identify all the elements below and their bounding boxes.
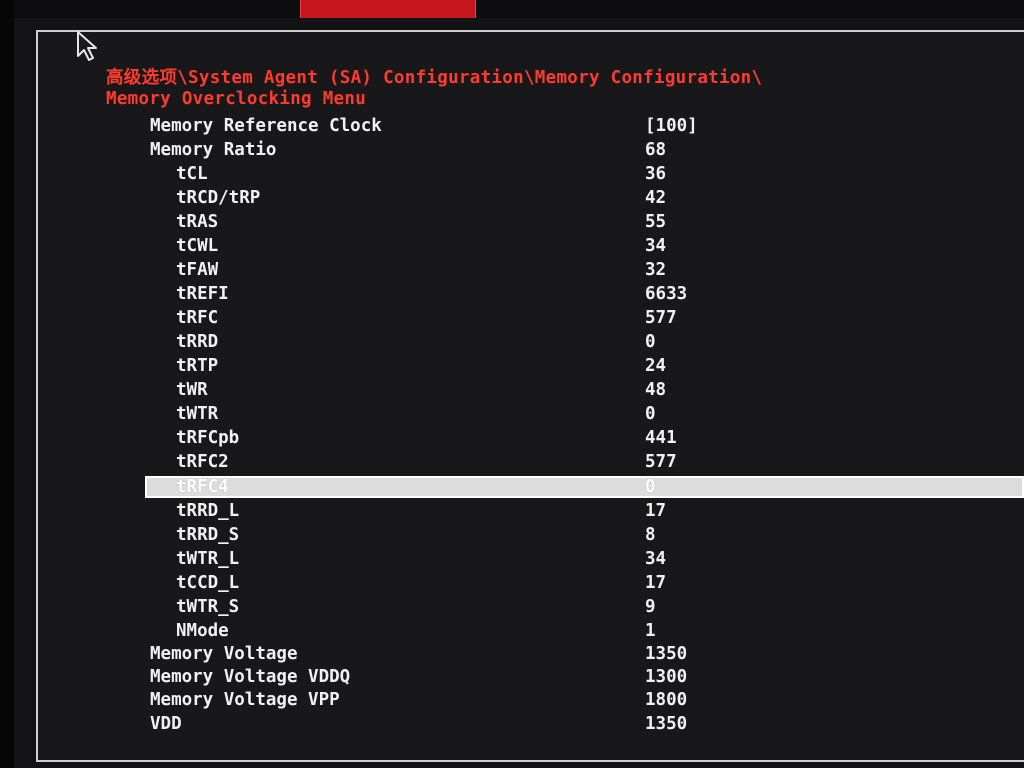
- setting-row-trfcpb[interactable]: tRFCpb 441: [147, 427, 1024, 449]
- setting-value[interactable]: 1800: [645, 689, 687, 711]
- setting-label: tCL: [176, 164, 208, 184]
- bios-menu-bar: [14, 0, 1024, 18]
- setting-value[interactable]: 1300: [645, 666, 687, 688]
- setting-value[interactable]: 34: [645, 548, 666, 570]
- setting-row-trfc[interactable]: tRFC 577: [147, 307, 1024, 329]
- setting-row-tras[interactable]: tRAS 55: [147, 211, 1024, 233]
- setting-row-memory-voltage-vddq[interactable]: Memory Voltage VDDQ 1300: [147, 666, 1024, 688]
- setting-label: tRRD_S: [176, 525, 240, 545]
- menu-tab-boot[interactable]: [554, 0, 654, 18]
- setting-value[interactable]: 1: [645, 620, 656, 642]
- setting-label: Memory Voltage: [150, 644, 298, 664]
- setting-label: tWTR: [176, 404, 219, 424]
- setting-value[interactable]: 0: [645, 331, 656, 353]
- setting-value[interactable]: 48: [645, 379, 666, 401]
- setting-label: tREFI: [176, 284, 229, 304]
- setting-row-tcwl[interactable]: tCWL 34: [147, 235, 1024, 257]
- setting-value[interactable]: 0: [645, 476, 656, 498]
- setting-row-twtr[interactable]: tWTR 0: [147, 403, 1024, 425]
- setting-label: tWTR_S: [176, 597, 240, 617]
- setting-value[interactable]: 55: [645, 211, 666, 233]
- setting-label: tWTR_L: [176, 549, 240, 569]
- setting-label: Memory Voltage VDDQ: [150, 667, 351, 687]
- setting-label: tRRD: [176, 332, 219, 352]
- setting-label: VDD: [150, 714, 182, 734]
- bios-screen: 高级选项\System Agent (SA) Configuration\Mem…: [0, 0, 1024, 768]
- setting-row-trfc2[interactable]: tRFC2 577: [147, 451, 1024, 473]
- setting-value[interactable]: 34: [645, 235, 666, 257]
- setting-value[interactable]: 42: [645, 187, 666, 209]
- menu-tab-security[interactable]: [754, 0, 864, 18]
- setting-label: tRFC: [176, 308, 219, 328]
- setting-value[interactable]: 577: [645, 451, 677, 473]
- monitor-bezel: [0, 0, 14, 768]
- setting-value[interactable]: [100]: [645, 115, 698, 137]
- setting-label: tRFCpb: [176, 428, 240, 448]
- setting-row-memory-ratio[interactable]: Memory Ratio 68: [147, 139, 1024, 161]
- setting-value[interactable]: 36: [645, 163, 666, 185]
- setting-value[interactable]: 32: [645, 259, 666, 281]
- menu-tab-save-exit[interactable]: [944, 0, 1024, 18]
- setting-row-tfaw[interactable]: tFAW 32: [147, 259, 1024, 281]
- setting-value[interactable]: 0: [645, 403, 656, 425]
- setting-row-nmode[interactable]: NMode 1: [147, 620, 1024, 642]
- setting-row-memory-reference-clock[interactable]: Memory Reference Clock [100]: [147, 115, 1024, 137]
- setting-value[interactable]: 24: [645, 355, 666, 377]
- breadcrumb-path: 高级选项\System Agent (SA) Configuration\Mem…: [106, 68, 763, 88]
- setting-value[interactable]: 1350: [645, 713, 687, 735]
- setting-row-tccd-l[interactable]: tCCD_L 17: [147, 572, 1024, 594]
- setting-value[interactable]: 8: [645, 524, 656, 546]
- setting-row-vdd[interactable]: VDD 1350: [147, 713, 1024, 735]
- page-title: Memory Overclocking Menu: [106, 89, 367, 109]
- setting-value[interactable]: 6633: [645, 283, 687, 305]
- setting-row-trtp[interactable]: tRTP 24: [147, 355, 1024, 377]
- setting-label: tFAW: [176, 260, 219, 280]
- setting-row-trrd[interactable]: tRRD 0: [147, 331, 1024, 353]
- setting-row-trcd-trp[interactable]: tRCD/tRP 42: [147, 187, 1024, 209]
- mouse-pointer-icon: [77, 31, 97, 61]
- setting-label: Memory Voltage VPP: [150, 690, 340, 710]
- setting-label: NMode: [176, 621, 229, 641]
- setting-value[interactable]: 68: [645, 139, 666, 161]
- setting-label: tCWL: [176, 236, 219, 256]
- setting-value[interactable]: 1350: [645, 643, 687, 665]
- setting-label: tRFC4: [176, 477, 229, 497]
- setting-value[interactable]: 441: [645, 427, 677, 449]
- setting-label: tWR: [176, 380, 208, 400]
- menu-tab-main[interactable]: [14, 0, 104, 18]
- setting-row-trefi[interactable]: tREFI 6633: [147, 283, 1024, 305]
- setting-label: tRAS: [176, 212, 219, 232]
- setting-row-memory-voltage[interactable]: Memory Voltage 1350: [147, 643, 1024, 665]
- setting-label: tRFC2: [176, 452, 229, 472]
- setting-value[interactable]: 17: [645, 500, 666, 522]
- setting-label: tRCD/tRP: [176, 188, 261, 208]
- setting-value[interactable]: 577: [645, 307, 677, 329]
- setting-label: tRRD_L: [176, 501, 240, 521]
- setting-row-twr[interactable]: tWR 48: [147, 379, 1024, 401]
- setting-row-trrd-s[interactable]: tRRD_S 8: [147, 524, 1024, 546]
- setting-row-memory-voltage-vpp[interactable]: Memory Voltage VPP 1800: [147, 689, 1024, 711]
- setting-row-twtr-l[interactable]: tWTR_L 34: [147, 548, 1024, 570]
- menu-tab-advanced[interactable]: [300, 0, 476, 18]
- setting-label: Memory Ratio: [150, 140, 277, 160]
- setting-value[interactable]: 17: [645, 572, 666, 594]
- setting-row-twtr-s[interactable]: tWTR_S 9: [147, 596, 1024, 618]
- setting-row-trrd-l[interactable]: tRRD_L 17: [147, 500, 1024, 522]
- setting-row-trfc4[interactable]: tRFC4 0: [145, 476, 1024, 498]
- setting-value[interactable]: 9: [645, 596, 656, 618]
- setting-label: Memory Reference Clock: [150, 116, 382, 136]
- setting-label: tRTP: [176, 356, 219, 376]
- setting-label: tCCD_L: [176, 573, 240, 593]
- setting-row-tcl[interactable]: tCL 36: [147, 163, 1024, 185]
